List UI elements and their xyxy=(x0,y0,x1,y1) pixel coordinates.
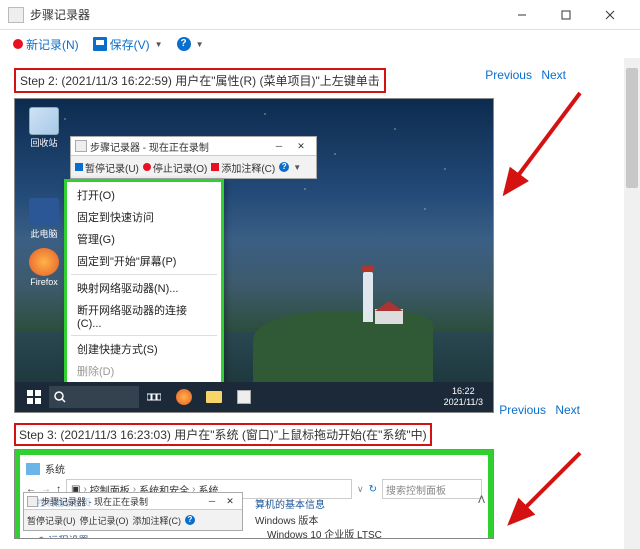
close-button[interactable] xyxy=(588,1,632,29)
taskbar-firefox[interactable] xyxy=(169,383,199,411)
this-pc-icon[interactable]: 此电脑 xyxy=(25,198,63,240)
save-label: 保存(V) xyxy=(110,36,150,53)
step3-header-box: Step 3: (2021/11/3 16:23:03) 用户在"系统 (窗口)… xyxy=(14,423,432,446)
stop-button[interactable]: 停止记录(O) xyxy=(80,514,129,527)
icon-label: 此电脑 xyxy=(25,227,63,240)
clock-date: 2021/11/3 xyxy=(444,397,483,408)
comment-icon xyxy=(211,163,219,171)
save-button[interactable]: 保存(V) ▼ xyxy=(88,36,168,53)
next-link[interactable]: Next xyxy=(541,68,566,82)
toolbar: 新记录(N) 保存(V) ▼ ? ▼ xyxy=(0,30,640,58)
start-button[interactable] xyxy=(19,383,49,411)
minimize-button[interactable]: ─ xyxy=(203,496,221,506)
stop-button[interactable]: 停止记录(O) xyxy=(143,160,207,175)
pause-button[interactable]: 暂停记录(U) xyxy=(27,514,76,527)
chevron-down-icon: ▼ xyxy=(155,40,163,49)
menu-map-drive[interactable]: 映射网络驱动器(N)... xyxy=(67,277,221,299)
minimize-button[interactable] xyxy=(500,1,544,29)
menu-pin-start[interactable]: 固定到"开始"屏幕(P) xyxy=(67,250,221,272)
comment-button[interactable]: 添加注释(C) xyxy=(211,160,275,175)
comment-button[interactable]: 添加注释(C) xyxy=(133,514,182,527)
chevron-down-icon: ▼ xyxy=(196,40,204,49)
taskbar-explorer[interactable] xyxy=(199,383,229,411)
cp-home[interactable]: 控制面板主页 xyxy=(37,496,91,509)
step-nav: Previous Next xyxy=(493,403,580,417)
task-view[interactable] xyxy=(139,383,169,411)
chevron-up-icon[interactable]: ᐱ xyxy=(478,495,485,506)
taskbar-search[interactable] xyxy=(49,386,139,408)
app-icon xyxy=(75,140,87,152)
search-input[interactable]: 搜索控制面板 xyxy=(382,479,482,499)
help-icon: ? xyxy=(279,162,289,172)
inner-recorder-window: 步骤记录器 - 现在正在录制 ─ ✕ 暂停记录(U) 停止记录(O) 添加注释(… xyxy=(70,136,317,179)
icon-label: Firefox xyxy=(25,277,63,287)
icon-label: 回收站 xyxy=(25,136,63,149)
inner-title: 步骤记录器 - 现在正在录制 xyxy=(90,139,268,154)
remote-link[interactable]: 远程设置 xyxy=(49,536,89,539)
taskbar: 16:22 2021/11/3 xyxy=(15,382,493,412)
prev-link[interactable]: Previous xyxy=(485,68,532,82)
help-icon: ? xyxy=(185,515,195,525)
new-record-button[interactable]: 新记录(N) xyxy=(8,36,84,53)
win-version: Windows 10 企业版 LTSC xyxy=(267,526,382,539)
pause-button[interactable]: 暂停记录(U) xyxy=(75,160,139,175)
taskbar-clock[interactable]: 16:22 2021/11/3 xyxy=(438,386,489,408)
prev-link[interactable]: Previous xyxy=(499,403,546,417)
minimize-button[interactable]: ─ xyxy=(268,141,290,151)
next-link[interactable]: Next xyxy=(555,403,580,417)
clock-time: 16:22 xyxy=(444,386,483,397)
step2-header: Step 2: (2021/11/3 16:22:59) 用户在"属性(R) (… xyxy=(14,68,386,93)
close-button[interactable]: ✕ xyxy=(221,496,239,507)
maximize-button[interactable] xyxy=(544,1,588,29)
app-icon xyxy=(8,7,24,23)
help-button[interactable]: ?▼ xyxy=(279,162,301,172)
menu-open[interactable]: 打开(O) xyxy=(67,184,221,206)
new-record-label: 新记录(N) xyxy=(26,36,79,53)
pause-icon xyxy=(75,163,83,171)
recycle-bin-icon[interactable]: 回收站 xyxy=(25,107,63,149)
annotation-arrow xyxy=(490,443,590,543)
system-icon xyxy=(26,463,40,475)
menu-disconnect[interactable]: 断开网络驱动器的连接(C)... xyxy=(67,299,221,333)
menu-manage[interactable]: 管理(G) xyxy=(67,228,221,250)
content-area: Previous Next Step 2: (2021/11/3 16:22:5… xyxy=(0,58,640,549)
refresh-icon[interactable]: ↻ xyxy=(369,484,377,495)
help-icon: ? xyxy=(177,37,191,51)
firefox-icon[interactable]: Firefox xyxy=(25,248,63,287)
menu-delete[interactable]: 删除(D) xyxy=(67,360,221,382)
window-titlebar: 步骤记录器 xyxy=(0,0,640,30)
system-title: 系统 xyxy=(45,461,65,476)
stop-icon xyxy=(143,163,151,171)
window-title: 步骤记录器 xyxy=(30,6,500,23)
record-icon xyxy=(13,39,23,49)
close-button[interactable]: ✕ xyxy=(290,141,312,152)
win-edition-label: Windows 版本 xyxy=(255,512,318,527)
step-nav: Previous Next xyxy=(479,68,566,82)
taskbar-recorder[interactable] xyxy=(229,383,259,411)
context-menu: 打开(O) 固定到快速访问 管理(G) 固定到"开始"屏幕(P) 映射网络驱动器… xyxy=(64,179,224,413)
step3-screenshot: 系统 ← → ↑ ▣ › 控制面板 › 系统和安全 › 系统 ∨ ↻ 搜索控制面… xyxy=(14,449,494,539)
step3-header: Step 3: (2021/11/3 16:23:03) 用户在"系统 (窗口)… xyxy=(19,428,427,442)
menu-shortcut[interactable]: 创建快捷方式(S) xyxy=(67,338,221,360)
save-icon xyxy=(93,37,107,51)
desktop-wallpaper: 回收站 此电脑 Firefox 步骤记录器 - 现在正在录制 ─ ✕ 暂停记录(… xyxy=(15,99,493,412)
subtitle: 算机的基本信息 xyxy=(255,496,325,511)
menu-pin-quick[interactable]: 固定到快速访问 xyxy=(67,206,221,228)
step2-screenshot: 回收站 此电脑 Firefox 步骤记录器 - 现在正在录制 ─ ✕ 暂停记录(… xyxy=(14,98,494,413)
help-button[interactable]: ? ▼ xyxy=(172,37,209,51)
